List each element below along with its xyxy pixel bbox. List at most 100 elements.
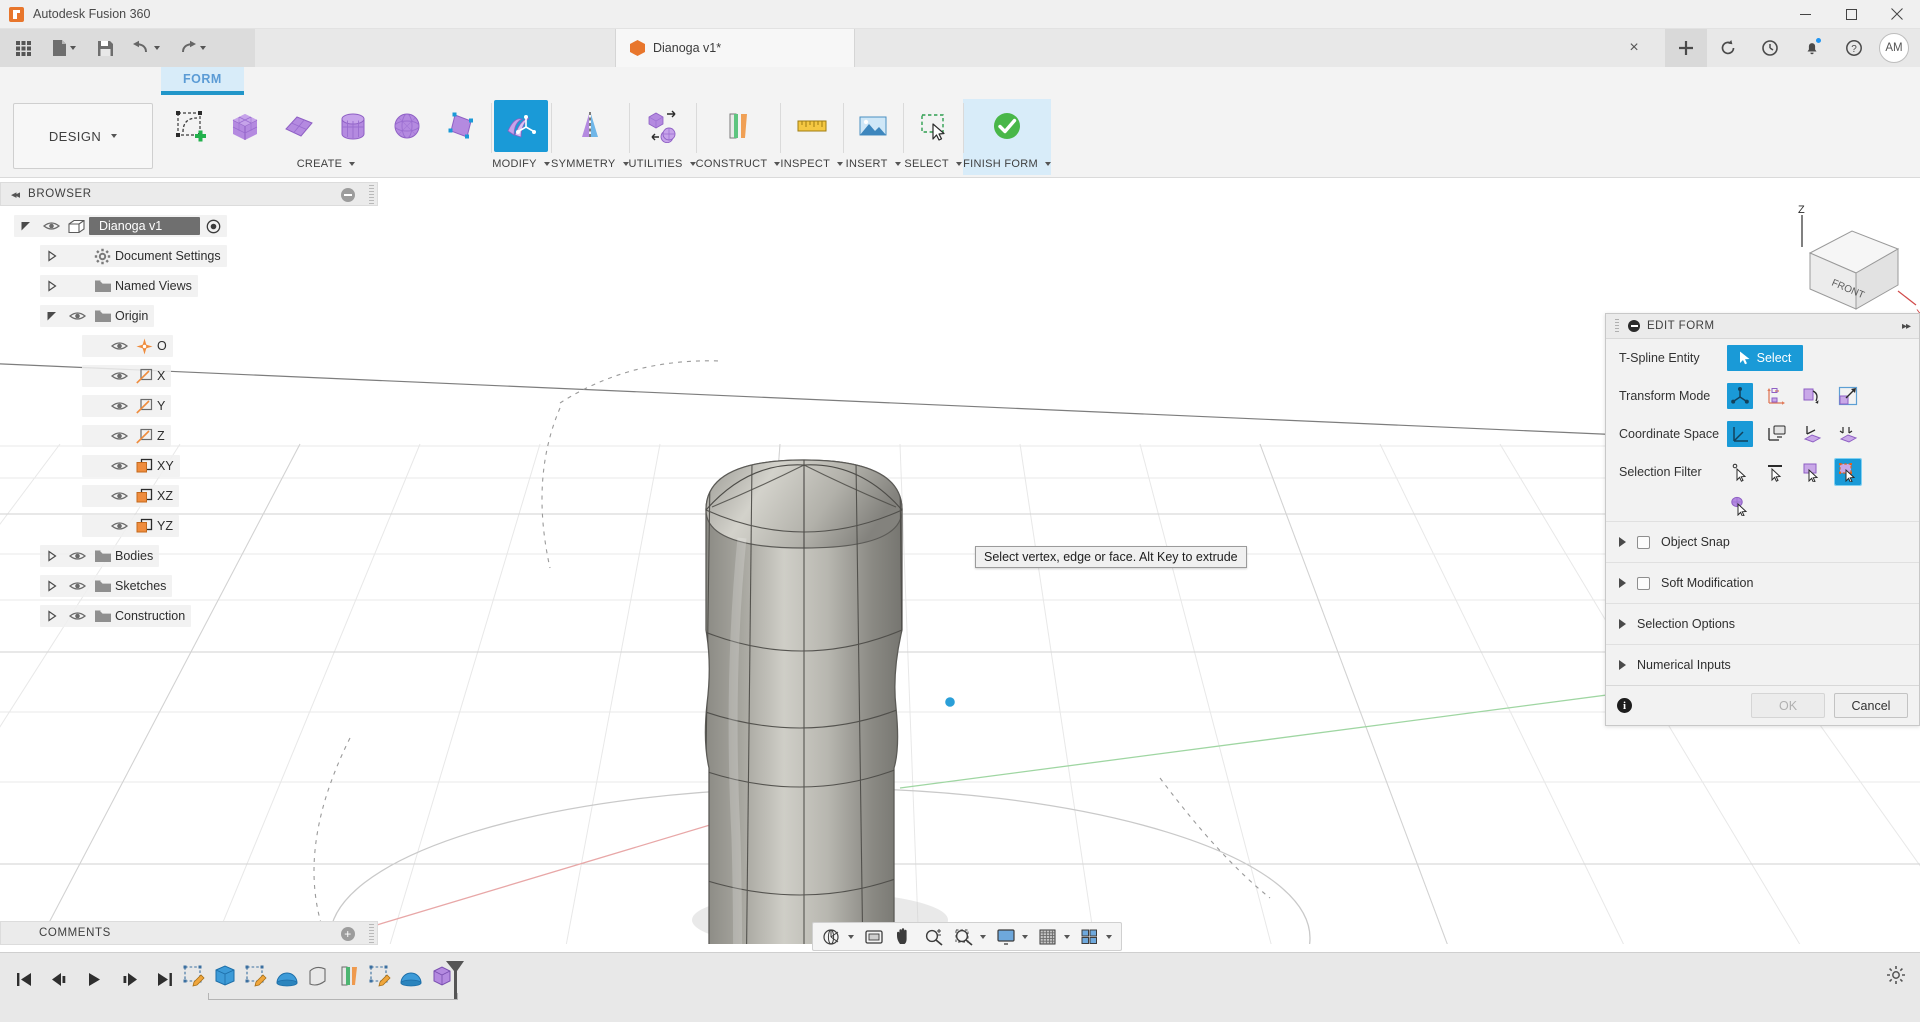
tree-item-document-settings[interactable]: Document Settings [0,241,378,271]
timeline-feature-extrude[interactable] [209,959,240,993]
visibility-eye-icon[interactable] [106,340,132,352]
palette-collapse-icon[interactable] [1628,320,1640,332]
create-form-icon[interactable] [164,100,218,152]
ribbon-group-label-construct[interactable]: CONSTRUCT [696,153,781,175]
cancel-button[interactable]: Cancel [1834,693,1908,718]
view-cube[interactable]: FRONT Z X [1790,204,1920,320]
plane-icon[interactable] [272,100,326,152]
transform-mode-translate-icon[interactable] [1763,383,1789,409]
tree-item-yz[interactable]: YZ [0,511,378,541]
info-icon[interactable]: i [1617,698,1632,713]
palette-drag-grip[interactable] [1615,318,1619,334]
ribbon-group-label-modify[interactable]: MODIFY [491,153,551,175]
refresh-button[interactable] [1707,29,1749,67]
visibility-eye-icon[interactable] [106,400,132,412]
browser-resize-grip[interactable] [369,185,374,204]
section-soft-modification[interactable]: Soft Modification [1606,562,1919,603]
visibility-eye-icon[interactable] [106,460,132,472]
timeline-end-marker[interactable] [443,959,467,1006]
visibility-eye-icon[interactable] [64,580,90,592]
offset-plane-icon[interactable] [711,100,765,152]
minimize-button[interactable] [1782,0,1828,29]
close-button[interactable] [1874,0,1920,29]
measure-icon[interactable] [785,100,839,152]
ribbon-group-label-utilities[interactable]: UTILITIES [629,153,696,175]
twisty-expanded-icon[interactable] [40,310,64,322]
twisty-collapsed-icon[interactable] [40,250,64,262]
section-numerical-inputs[interactable]: Numerical Inputs [1606,644,1919,685]
section-object-snap[interactable]: Object Snap [1606,521,1919,562]
play-button[interactable] [78,963,110,995]
look-at-button[interactable] [859,924,889,949]
undo-button[interactable] [124,33,168,63]
redo-button[interactable] [170,33,214,63]
tree-item-xz[interactable]: XZ [0,481,378,511]
visibility-eye-icon[interactable] [106,490,132,502]
coordinate-space-world-icon[interactable] [1727,421,1753,447]
workspace-switcher[interactable]: DESIGN [13,103,153,169]
visibility-eye-icon[interactable] [106,370,132,382]
ribbon-group-label-symmetry[interactable]: SYMMETRY [551,153,629,175]
ok-button[interactable]: OK [1751,693,1825,718]
timeline-feature-offset[interactable] [333,959,364,993]
job-status-button[interactable] [1749,29,1791,67]
palette-expand-icon[interactable]: ▸▸ [1902,321,1911,332]
convert-icon[interactable] [635,100,689,152]
timeline-feature-revolve[interactable] [271,959,302,993]
display-settings-button[interactable] [991,924,1033,949]
ribbon-group-label-inspect[interactable]: INSPECT [780,153,844,175]
coordinate-space-local-icon[interactable] [1835,421,1861,447]
selection-filter-tspline-body-icon[interactable] [1727,493,1753,519]
notifications-button[interactable] [1791,29,1833,67]
visibility-eye-icon[interactable] [106,520,132,532]
go-to-beginning-button[interactable] [8,963,40,995]
comments-resize-grip[interactable] [369,924,374,943]
ribbon-group-label-insert[interactable]: INSERT [843,153,903,175]
browser-minimize-icon[interactable] [341,188,355,202]
ribbon-group-label-create[interactable]: CREATE [161,153,491,175]
mirror-internal-icon[interactable] [563,100,617,152]
visibility-eye-icon[interactable] [64,610,90,622]
transform-mode-scale-icon[interactable] [1835,383,1861,409]
selection-filter-body-icon[interactable] [1834,458,1862,486]
quadball-icon[interactable] [434,100,488,152]
timeline-feature-revolve-2[interactable] [395,959,426,993]
selection-filter-edge-icon[interactable] [1763,459,1789,485]
twisty-collapsed-icon[interactable] [40,580,64,592]
zoom-button[interactable] [919,924,949,949]
soft-modification-checkbox[interactable] [1637,576,1650,590]
tree-item-sketches[interactable]: Sketches [0,571,378,601]
document-tab-close-button[interactable]: × [1615,29,1653,67]
insert-image-icon[interactable] [846,100,900,152]
step-forward-button[interactable] [113,963,145,995]
twisty-collapsed-icon[interactable] [40,550,64,562]
app-grid-button[interactable] [6,33,40,63]
go-to-end-button[interactable] [148,963,180,995]
new-file-button[interactable] [42,33,86,63]
avatar[interactable]: AM [1879,33,1909,63]
selection-filter-vertex-icon[interactable] [1727,459,1753,485]
visibility-eye-icon[interactable] [106,430,132,442]
timeline-settings-button[interactable] [1886,965,1906,990]
coordinate-space-view-icon[interactable] [1763,421,1789,447]
grid-snaps-button[interactable] [1033,924,1075,949]
tree-item-dianoga-v1[interactable]: Dianoga v1 [0,211,378,241]
tree-item-xy[interactable]: XY [0,451,378,481]
orbit-button[interactable] [817,924,859,949]
viewports-button[interactable] [1075,924,1117,949]
ribbon-group-label-finish-form[interactable]: FINISH FORM [963,153,1051,175]
maximize-button[interactable] [1828,0,1874,29]
tab-form[interactable]: FORM [161,67,244,95]
timeline-feature-sketch-2[interactable] [240,959,271,993]
step-back-button[interactable] [43,963,75,995]
transform-mode-rotate-icon[interactable] [1799,383,1825,409]
visibility-eye-icon[interactable] [64,550,90,562]
collapse-browser-icon[interactable]: ◂◂ [11,188,20,201]
object-snap-checkbox[interactable] [1637,535,1650,549]
edit-form-icon[interactable] [494,100,548,152]
t-spline-entity-select-button[interactable]: Select [1727,345,1803,371]
ribbon-group-label-select[interactable]: SELECT [903,153,963,175]
timeline-feature-sketch[interactable] [178,959,209,993]
transform-mode-all-icon[interactable] [1727,383,1753,409]
tree-item-x[interactable]: X [0,361,378,391]
